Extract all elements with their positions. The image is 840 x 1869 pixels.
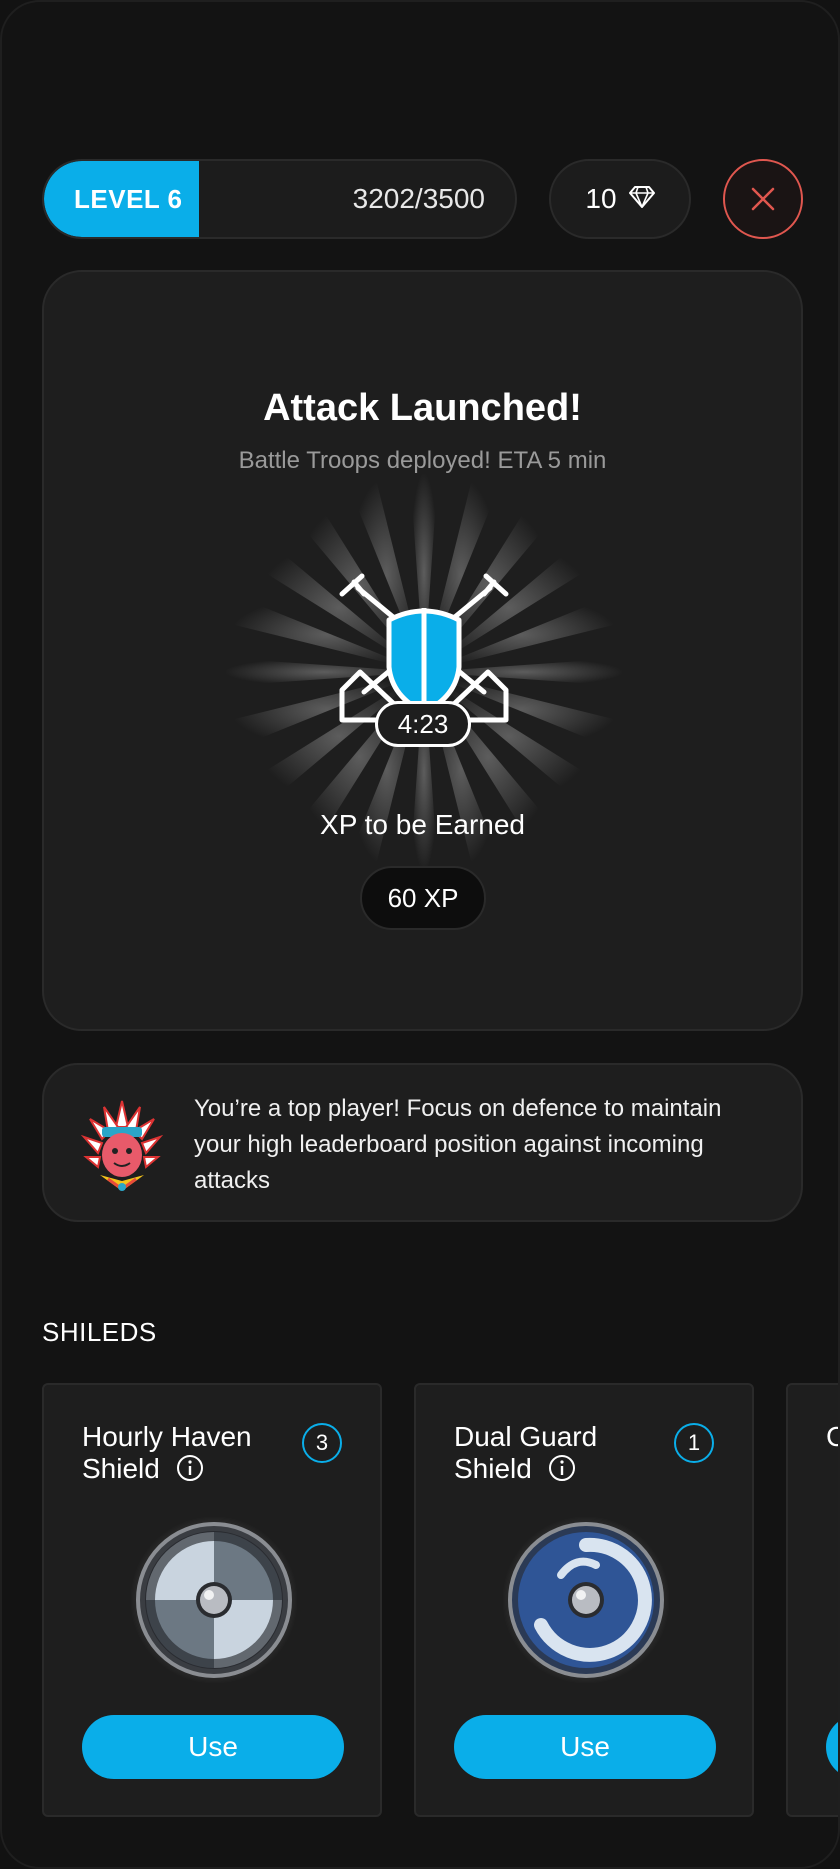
shield-card-partial: C S bbox=[786, 1383, 838, 1817]
attack-timer: 4:23 bbox=[375, 701, 471, 747]
close-icon bbox=[751, 187, 775, 211]
attack-title: Attack Launched! bbox=[263, 387, 582, 429]
info-icon[interactable] bbox=[548, 1454, 576, 1482]
shield-count-badge: 1 bbox=[674, 1423, 714, 1463]
gem-count: 10 bbox=[585, 183, 617, 214]
xp-count: 3202/3500 bbox=[352, 183, 485, 214]
shields-section-title: SHILEDS bbox=[42, 1317, 157, 1347]
shield-name: Hourly Haven Shield bbox=[82, 1421, 282, 1485]
shield-name: C S bbox=[826, 1421, 838, 1453]
shield-name: Dual Guard Shield bbox=[454, 1421, 654, 1485]
shield-card-dual-guard: Dual Guard Shield 1 Use bbox=[414, 1383, 754, 1817]
gem-balance[interactable]: 10 bbox=[549, 159, 691, 239]
chief-avatar bbox=[80, 1100, 164, 1191]
shield-name-text: Hourly Haven Shield bbox=[82, 1421, 252, 1484]
diamond-icon bbox=[628, 183, 655, 215]
use-shield-button[interactable]: Use bbox=[82, 1715, 344, 1779]
tip-message: You’re a top player! Focus on defence to… bbox=[194, 1095, 722, 1194]
close-button[interactable] bbox=[723, 159, 803, 239]
tip-card: You’re a top player! Focus on defence to… bbox=[42, 1063, 803, 1222]
use-shield-button[interactable] bbox=[826, 1715, 838, 1779]
xp-reward-badge: 60 XP bbox=[360, 866, 486, 930]
info-icon[interactable] bbox=[176, 1454, 204, 1482]
shield-card-hourly-haven: Hourly Haven Shield 3 Use bbox=[42, 1383, 382, 1817]
xp-to-earn-label: XP to be Earned bbox=[320, 809, 525, 840]
level-label: LEVEL 6 bbox=[74, 184, 183, 214]
viking-shield-image bbox=[130, 1516, 298, 1684]
shield-count-badge: 3 bbox=[302, 1423, 342, 1463]
shield-name-text: C S bbox=[826, 1421, 838, 1452]
viking-shield-image bbox=[502, 1516, 670, 1684]
level-progress-bar: LEVEL 6 3202/3500 bbox=[42, 159, 517, 239]
attack-status-card: Attack Launched! Battle Troops deployed!… bbox=[42, 270, 803, 1031]
use-shield-button[interactable]: Use bbox=[454, 1715, 716, 1779]
shield-name-text: Dual Guard Shield bbox=[454, 1421, 598, 1484]
attack-subtitle: Battle Troops deployed! ETA 5 min bbox=[238, 447, 607, 474]
app-frame: LEVEL 6 3202/3500 10 Attack Launched! Ba… bbox=[0, 0, 840, 1869]
